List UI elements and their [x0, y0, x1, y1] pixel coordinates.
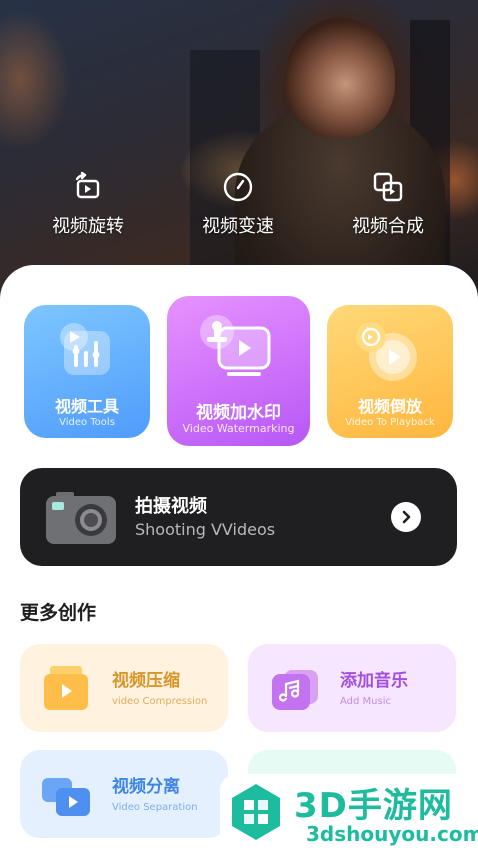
music-note-icon [270, 664, 320, 712]
watermark-brand: 3D手游网 [294, 786, 453, 826]
tile-title: 添加音乐 [340, 671, 408, 691]
speedometer-icon [221, 170, 255, 204]
shoot-title: 拍摄视频 [135, 496, 207, 517]
quick-action-label: 视频变速 [202, 216, 274, 237]
quick-action-speed[interactable]: 视频变速 [178, 170, 298, 238]
stamp-icon [199, 312, 279, 382]
video-tools-card[interactable]: 视频工具 Video Tools [24, 305, 150, 438]
tile-subtitle: Video Separation [112, 802, 198, 813]
card-title: 视频倒放 [357, 397, 422, 416]
quick-action-label: 视频合成 [352, 216, 424, 237]
site-watermark: 3D手游网 3dshouyou.com [220, 774, 478, 850]
quick-action-label: 视频旋转 [52, 216, 124, 237]
tile-subtitle: video Compression [112, 696, 208, 707]
rotate-screen-icon [71, 170, 105, 204]
compress-box-icon [42, 664, 92, 712]
quick-action-rotate[interactable]: 视频旋转 [28, 170, 148, 238]
add-music-tile[interactable]: 添加音乐 Add Music [248, 644, 456, 732]
arrow-right-icon[interactable] [391, 502, 421, 532]
video-separation-tile[interactable]: 视频分离 Video Separation [20, 750, 228, 838]
split-icon [42, 770, 92, 818]
hero-person-head [285, 18, 395, 138]
watermark-logo [224, 780, 288, 844]
watermark-url: 3dshouyou.com [306, 822, 478, 846]
video-watermark-card[interactable]: 视频加水印 Video Watermarking [167, 296, 310, 446]
card-subtitle: Video Tools [59, 417, 115, 428]
merge-icon [371, 170, 405, 204]
tile-title: 视频分离 [112, 777, 180, 797]
section-title: 更多创作 [20, 602, 97, 624]
reverse-play-icon [353, 319, 423, 383]
quick-action-merge[interactable]: 视频合成 [328, 170, 448, 238]
hero-banner: 视频旋转 视频变速 视频合成 [0, 0, 478, 300]
shoot-video-card[interactable]: 拍摄视频 Shooting VVideos [20, 468, 457, 566]
tile-title: 视频压缩 [112, 671, 180, 691]
shoot-subtitle: Shooting VVideos [135, 520, 276, 539]
card-title: 视频加水印 [196, 403, 281, 423]
card-subtitle: Video Watermarking [182, 422, 295, 435]
card-title: 视频工具 [54, 397, 119, 416]
camera-icon [46, 490, 116, 544]
video-reverse-card[interactable]: 视频倒放 Video To Playback [327, 305, 453, 438]
card-subtitle: Video To Playback [345, 417, 435, 428]
equalizer-icon [58, 321, 118, 381]
video-compression-tile[interactable]: 视频压缩 video Compression [20, 644, 228, 732]
tile-subtitle: Add Music [340, 696, 391, 707]
